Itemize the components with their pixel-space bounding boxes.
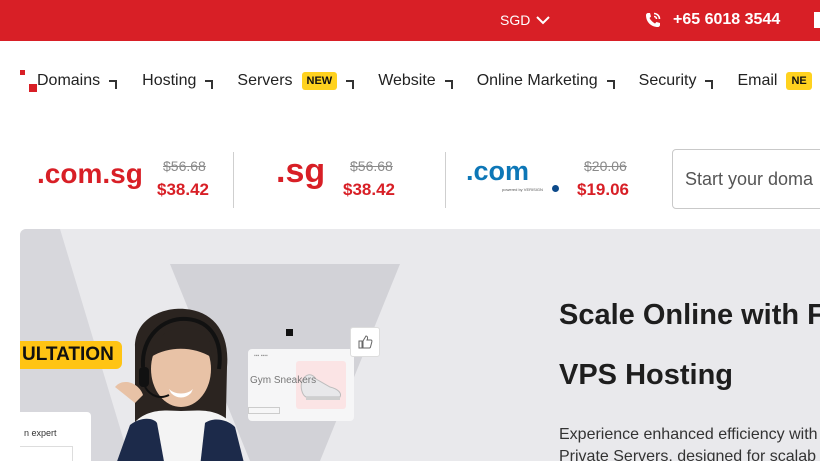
nav-item-website[interactable]: Website [378,72,453,90]
like-button[interactable] [350,327,380,357]
logo-mark-small [20,70,25,75]
currency-label: SGD [500,12,531,28]
product-mockup: ▪▪▪ ▪▪▪▪ Gym Sneakers [248,349,354,421]
corner-arrow-icon [705,79,714,89]
domain-search-box[interactable] [672,149,820,209]
main-nav: Domains Hosting Servers NEW Website Onli… [37,72,812,90]
new-badge: NEW [301,72,338,90]
domain-new-price: $19.06 [577,180,629,199]
hero-title-line-2: VPS Hosting [559,359,734,391]
nav-item-label: Servers [237,72,293,89]
divider [445,152,446,208]
thumbs-up-icon [358,335,373,349]
nav-item-label: Domains [37,72,101,89]
nav-item-email[interactable]: Email NE [737,72,812,90]
domain-offer-com[interactable]: .com powered by VERISIGN $20.06 $19.06 [466,150,646,210]
nav-item-label: Email [737,72,778,89]
corner-arrow-icon [606,79,615,89]
expert-card-field [20,446,73,461]
currency-selector[interactable]: SGD [500,12,551,28]
decor-square [286,329,293,336]
logo-mark-large [29,84,37,92]
expert-card: n expert [20,412,91,461]
verisign-label: powered by VERISIGN [502,187,543,192]
corner-arrow-icon [444,79,453,89]
support-agent-photo [115,308,244,461]
nav-item-label: Security [638,72,697,89]
chevron-down-icon [536,15,551,24]
new-badge: NE [786,72,812,90]
nav-item-online-marketing[interactable]: Online Marketing [477,72,615,90]
domain-name: .com.sg [37,158,143,189]
verisign-check-icon [552,185,559,192]
phone-icon [646,12,661,27]
nav-item-label: Website [378,72,436,89]
phone-link[interactable]: +65 6018 3544 [643,10,780,30]
nav-item-domains[interactable]: Domains [37,72,118,90]
nav-item-label: Online Marketing [476,72,598,89]
domain-name: .com [466,156,530,186]
hero-paragraph: Experience enhanced efficiency with Priv… [559,424,818,461]
hero-title-line-1: Scale Online with F [559,299,820,331]
domain-old-price: $20.06 [584,158,627,174]
domain-old-price: $56.68 [163,158,206,174]
nav-item-label: Hosting [142,72,197,89]
corner-arrow-icon [346,79,355,89]
domain-new-price: $38.42 [343,180,395,199]
domain-search-input[interactable] [683,168,820,191]
nav-item-hosting[interactable]: Hosting [142,72,214,90]
nav-item-security[interactable]: Security [639,72,714,90]
divider [233,152,234,208]
domain-new-price: $38.42 [157,180,209,199]
expert-card-text: n expert [24,428,57,438]
domain-offer-sg[interactable]: .sg $56.68 $38.42 [276,150,426,210]
nav-item-servers[interactable]: Servers NEW [237,72,355,90]
corner-arrow-icon [205,79,214,89]
domain-old-price: $56.68 [350,158,393,174]
domain-name: .sg [276,152,326,190]
domain-offer-com-sg[interactable]: .com.sg $56.68 $38.42 [37,150,227,210]
phone-number: +65 6018 3544 [673,11,781,28]
top-bar: SGD +65 6018 3544 [0,0,820,41]
topbar-edge-icon[interactable] [814,12,820,28]
hero-paragraph-line-2: Private Servers, designed for scalab [559,448,817,461]
corner-arrow-icon [109,79,118,89]
hero-banner: ULTATION n expert ▪▪▪ ▪▪▪▪ Gym Sneakers [20,229,820,461]
hero-paragraph-line-1: Experience enhanced efficiency with [559,426,818,443]
